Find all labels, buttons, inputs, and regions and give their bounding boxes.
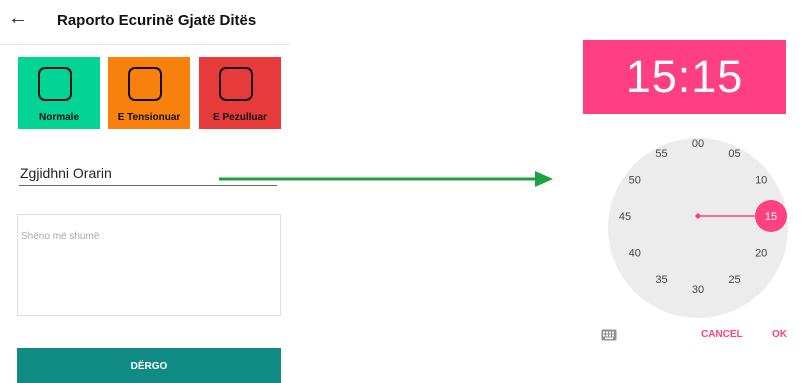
clock-label-40[interactable]: 40 <box>629 248 641 260</box>
submit-button[interactable]: DËRGO <box>17 348 281 383</box>
notes-textarea[interactable]: Shëno më shumë <box>17 214 281 316</box>
clock-center-dot <box>695 213 701 219</box>
checkbox-icon <box>128 67 162 101</box>
clock-label-15[interactable]: 15 <box>765 211 777 223</box>
keyboard-icon[interactable] <box>601 329 617 341</box>
cancel-button[interactable]: CANCEL <box>701 329 743 340</box>
selected-time-display[interactable]: 15:15 <box>583 51 786 103</box>
clock-label-35[interactable]: 35 <box>655 274 667 286</box>
submit-button-label: DËRGO <box>130 361 168 372</box>
clock-label-20[interactable]: 20 <box>755 248 767 260</box>
clock-label-00[interactable]: 00 <box>692 138 704 150</box>
checkbox-icon <box>38 67 72 101</box>
time-field-label: Zgjidhni Orarin <box>20 165 112 181</box>
time-picker-header: 15:15 <box>583 40 786 114</box>
status-tile-normale[interactable]: Normale <box>18 57 100 129</box>
back-arrow-icon[interactable]: ← <box>8 8 28 28</box>
status-tile-label: Normale <box>38 112 79 123</box>
checkbox-icon <box>219 67 253 101</box>
clock-label-50[interactable]: 50 <box>629 175 641 187</box>
page-title: Raporto Ecurinë Gjatë Ditës <box>57 12 257 29</box>
clock-label-30[interactable]: 30 <box>692 284 704 296</box>
clock-label-10[interactable]: 10 <box>755 175 767 187</box>
clock-dial[interactable]: 00 05 10 15 20 25 30 35 40 45 50 55 <box>608 138 788 318</box>
status-tile-label: E Tensionuar <box>117 112 181 123</box>
ok-button[interactable]: OK <box>772 329 787 340</box>
clock-label-45[interactable]: 45 <box>619 211 631 223</box>
status-tile-label: E Pezulluar <box>213 112 267 123</box>
status-tile-tensionuar[interactable]: E Tensionuar <box>108 57 190 129</box>
clock-label-25[interactable]: 25 <box>728 274 740 286</box>
clock-label-05[interactable]: 05 <box>728 148 740 160</box>
notes-placeholder: Shëno më shumë <box>21 231 100 242</box>
clock-label-55[interactable]: 55 <box>655 148 667 160</box>
status-tile-pezulluar[interactable]: E Pezulluar <box>199 57 281 129</box>
connector-arrow-icon <box>219 171 553 187</box>
